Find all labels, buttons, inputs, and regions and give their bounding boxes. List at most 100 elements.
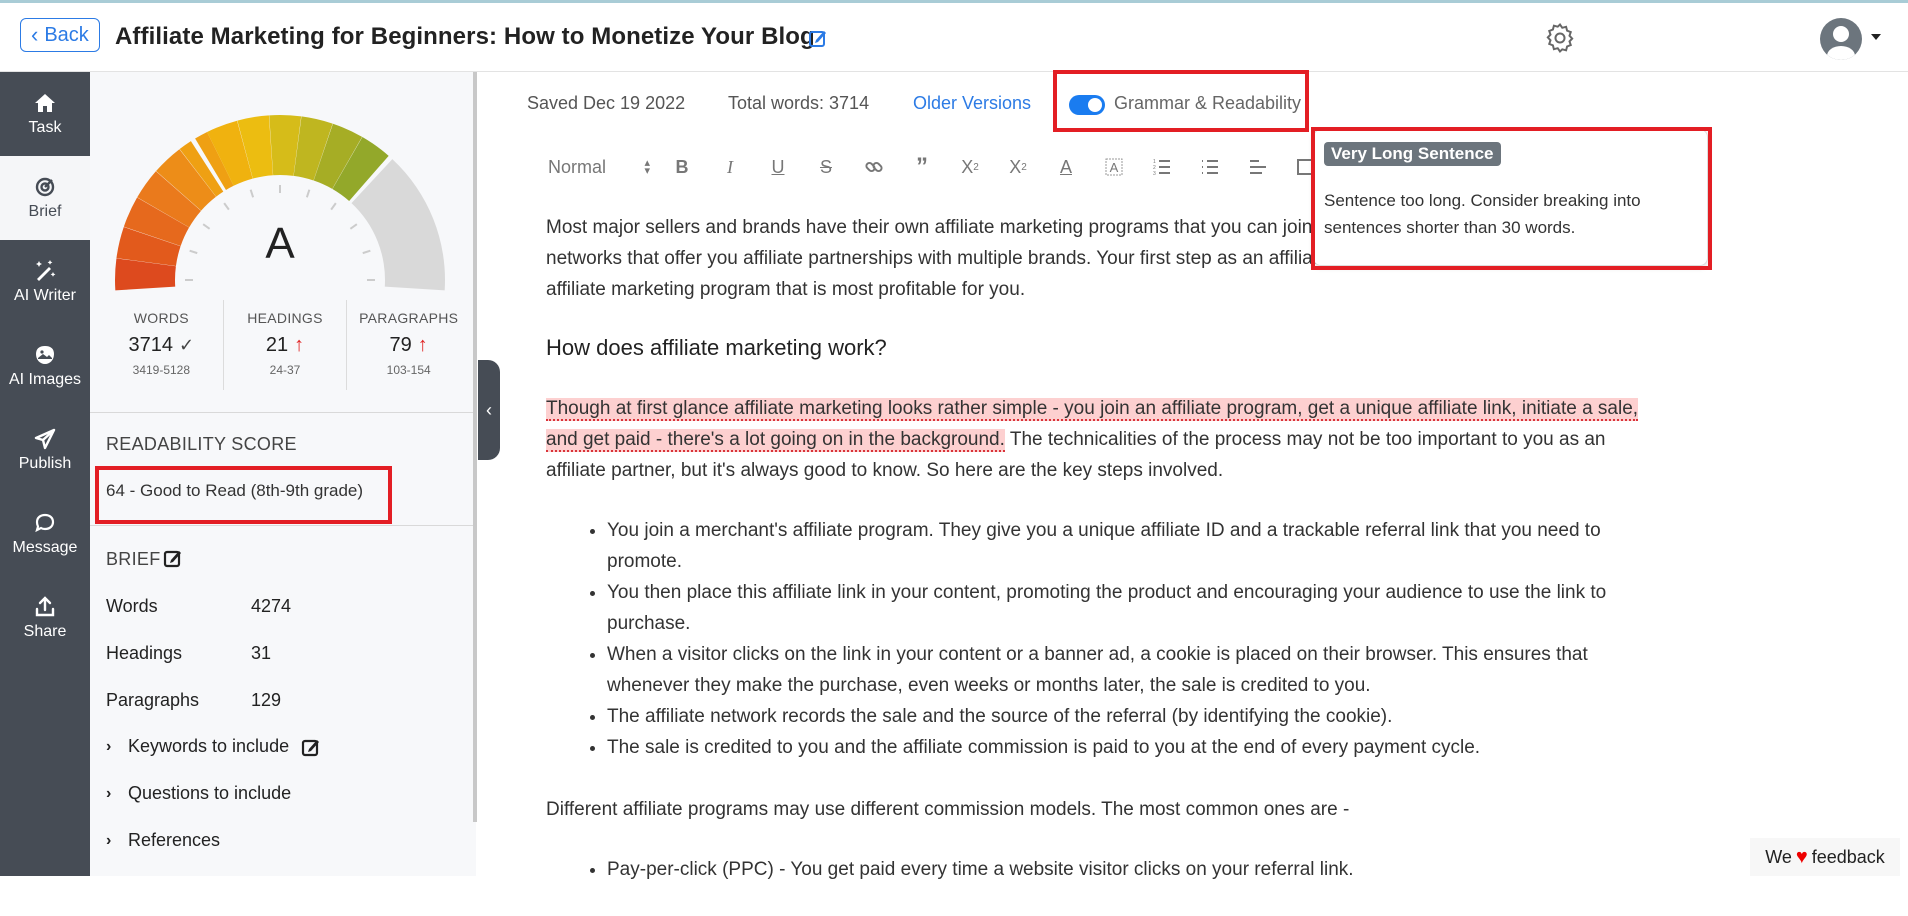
collapsible-label: Questions to include <box>128 783 292 803</box>
stat-label: WORDS <box>133 310 189 326</box>
blockquote-button[interactable]: ” <box>898 152 946 182</box>
align-button[interactable] <box>1234 152 1282 182</box>
divider <box>90 525 473 526</box>
caret-down-icon[interactable] <box>1871 34 1881 40</box>
gauge-tick <box>349 223 358 230</box>
collapsible-label: References <box>128 830 221 850</box>
brief-row-value: 129 <box>251 690 282 710</box>
bullet-list-button[interactable] <box>1186 152 1234 182</box>
sidebar-item-ai-writer[interactable]: AI Writer <box>0 240 90 324</box>
sidebar-item-label: Share <box>23 623 67 640</box>
readability-score: 64 - Good to Read (8th-9th grade) <box>106 481 364 500</box>
highlight-button[interactable]: A <box>1090 152 1138 182</box>
stat-value: 79 <box>389 334 412 356</box>
format-select-value: Normal <box>548 156 607 177</box>
sidebar: Task Brief AI Writer AI Images Publish M… <box>0 72 90 876</box>
sidebar-item-label: Publish <box>18 455 72 472</box>
feedback-button[interactable]: We ♥ feedback <box>1750 838 1900 876</box>
brief-row-value: 31 <box>251 643 272 663</box>
brief-row-label: Headings <box>106 643 183 663</box>
paragraph[interactable]: Though at first glance affiliate marketi… <box>546 393 1656 486</box>
page-title: Affiliate Marketing for Beginners: How t… <box>115 23 815 50</box>
issue-type-badge: Very Long Sentence <box>1324 142 1501 166</box>
bold-button[interactable]: B <box>658 152 706 182</box>
check-icon: ✓ <box>179 335 195 355</box>
list-item[interactable]: You then place this affiliate link in yo… <box>607 577 1656 639</box>
sidebar-item-label: Task <box>28 119 62 136</box>
sort-arrows-icon: ▴ ▾ <box>644 157 650 177</box>
ordered-list-button[interactable]: 123 <box>1138 152 1186 182</box>
bullet-list-icon <box>1202 160 1218 174</box>
stat-label: PARAGRAPHS <box>359 310 459 326</box>
questions-to-include-toggle[interactable]: › Questions to include <box>106 783 291 804</box>
superscript-button[interactable]: X2 <box>994 152 1042 182</box>
stat-range: 103-154 <box>386 363 431 377</box>
back-label: Back <box>44 23 89 46</box>
panel-scrollbar[interactable] <box>473 72 477 822</box>
brief-row-headings: Headings 31 <box>106 643 271 664</box>
references-toggle[interactable]: › References <box>106 830 220 851</box>
older-versions-link[interactable]: Older Versions <box>913 93 1031 114</box>
collapse-panel-button[interactable]: ‹ <box>478 360 500 460</box>
sidebar-item-ai-images[interactable]: AI Images <box>0 324 90 408</box>
home-icon <box>35 94 55 112</box>
arrow-up-icon: ↑ <box>294 334 305 356</box>
keywords-to-include-toggle[interactable]: › Keywords to include <box>106 736 321 757</box>
gauge-tick <box>305 189 311 198</box>
sidebar-item-publish[interactable]: Publish <box>0 408 90 492</box>
brief-row-label: Words <box>106 596 158 616</box>
user-avatar[interactable] <box>1820 18 1862 60</box>
target-icon <box>35 177 55 197</box>
brief-row-label: Paragraphs <box>106 690 200 710</box>
feedback-suffix: feedback <box>1811 846 1885 867</box>
svg-text:A: A <box>1110 160 1119 175</box>
stat-label: HEADINGS <box>247 310 323 326</box>
sidebar-item-share[interactable]: Share <box>0 576 90 660</box>
format-select[interactable]: Normal ▴ ▾ <box>548 152 658 182</box>
sidebar-item-brief[interactable]: Brief <box>0 156 90 240</box>
divider <box>90 412 473 413</box>
chevron-left-icon: ‹ <box>31 22 39 47</box>
models-list: Pay-per-click (PPC) - You get paid every… <box>546 854 1656 885</box>
editor-toolbar: Normal ▴ ▾ B I U S ” X2 X2 A A 123 <box>548 150 1330 184</box>
gauge-tick <box>249 189 255 198</box>
list-item[interactable]: When a visitor clicks on the link in you… <box>607 639 1656 701</box>
gauge-tick <box>362 249 371 255</box>
gear-icon[interactable] <box>1543 21 1577 55</box>
list-item[interactable]: The sale is credited to you and the affi… <box>607 732 1656 763</box>
subscript-button[interactable]: X2 <box>946 152 994 182</box>
italic-button[interactable]: I <box>706 152 754 182</box>
list-item[interactable]: You join a merchant's affiliate program.… <box>607 515 1656 577</box>
strikethrough-button[interactable]: S <box>802 152 850 182</box>
gauge-tick <box>202 223 211 230</box>
chevron-left-icon: ‹ <box>486 399 492 420</box>
edit-icon[interactable] <box>808 28 828 48</box>
list-item[interactable]: Pay-per-click (PPC) - You get paid every… <box>607 854 1656 885</box>
sidebar-item-task[interactable]: Task <box>0 72 90 156</box>
heading[interactable]: How does affiliate marketing work? <box>546 332 1656 363</box>
user-icon <box>1827 26 1855 60</box>
grammar-suggestion-tooltip: Very Long Sentence Sentence too long. Co… <box>1313 129 1708 266</box>
grammar-readability-toggle[interactable] <box>1069 95 1105 115</box>
back-button[interactable]: ‹ Back <box>20 18 100 52</box>
stat-headings: HEADINGS 21 ↑ 24-37 <box>222 300 347 390</box>
edit-brief-icon[interactable] <box>163 548 183 568</box>
readability-title: READABILITY SCORE <box>106 434 297 454</box>
paragraph[interactable]: Different affiliate programs may use dif… <box>546 794 1656 825</box>
chat-bubble-icon <box>35 513 55 533</box>
chevron-right-icon: › <box>106 737 112 755</box>
editor-content[interactable]: Most major sellers and brands have their… <box>546 212 1656 916</box>
underline-button[interactable]: U <box>754 152 802 182</box>
sidebar-item-message[interactable]: Message <box>0 492 90 576</box>
list-item[interactable]: The affiliate network records the sale a… <box>607 701 1656 732</box>
ordered-list-icon: 123 <box>1153 159 1170 177</box>
link-button[interactable] <box>850 152 898 182</box>
upload-icon <box>35 596 55 617</box>
heart-icon: ♥ <box>1795 845 1808 868</box>
text-color-button[interactable]: A <box>1042 152 1090 182</box>
chevron-right-icon: › <box>106 784 112 802</box>
arrow-up-icon: ↑ <box>417 334 428 356</box>
magic-wand-icon <box>36 260 56 281</box>
edit-keywords-icon[interactable] <box>301 737 321 757</box>
grammar-readability-label: Grammar & Readability <box>1114 93 1302 113</box>
